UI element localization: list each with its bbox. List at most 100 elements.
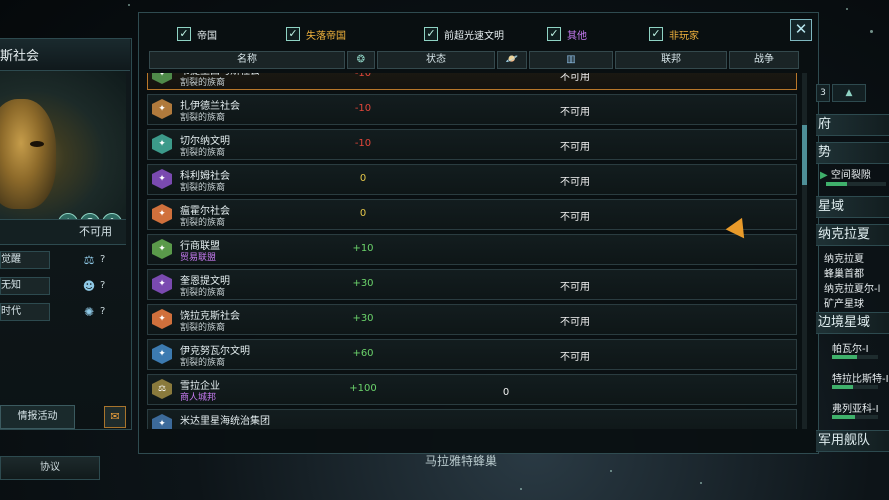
portrait-eye (30, 141, 44, 147)
contact-row[interactable]: ✦ 饶拉克斯社会 割裂的族裔 +30 不可用 (147, 304, 797, 335)
rift-label: 空间裂隙 (830, 170, 871, 181)
colony-item[interactable]: 帕瓦尔-I (832, 340, 889, 355)
scroll-thumb[interactable] (802, 125, 807, 185)
opinion-value: +100 (349, 383, 377, 394)
star (610, 470, 612, 472)
checkbox-icon[interactable]: ✓ (649, 27, 663, 41)
planet-item[interactable]: 纳克拉夏尔-l 矿产星球 (824, 280, 889, 310)
attribute-value: ? (100, 306, 106, 317)
checkbox-icon[interactable]: ✓ (286, 27, 300, 41)
outliner-section-military-fleets[interactable]: 军用舰队 (816, 430, 889, 452)
contact-row[interactable]: ✦ 瘟霍尔社会 割裂的族裔 0 不可用 (147, 199, 797, 230)
checkbox-icon[interactable]: ✓ (177, 27, 191, 41)
filter-empires[interactable]: ✓ 帝国 (177, 26, 217, 42)
empire-name: 斯社会 (0, 39, 130, 71)
scrollbar[interactable] (802, 73, 807, 429)
attribute-ignorant: 无知 (0, 277, 50, 295)
opinion-value: -10 (354, 138, 372, 149)
rift-item[interactable]: ▶ 空间裂隙 (820, 166, 889, 181)
empire-emblem-icon: ✦ (152, 204, 172, 224)
colony-progress-bar (832, 415, 878, 419)
outliner-section-government[interactable]: 府 (816, 114, 889, 136)
contact-type: 商人城邦 (180, 393, 217, 403)
empire-detail-panel: 斯社会 ⚖ ☮ ✿ 不可用 觉醒 ⚖ ? 无知 ☻ ? 时代 ✺ ? 情报活动 … (0, 38, 132, 430)
opinion-value: -10 (354, 103, 372, 114)
contact-row[interactable]: ✦ 科利姆社会 割裂的族裔 0 不可用 (147, 164, 797, 195)
column-war-header[interactable]: 战争 (729, 51, 799, 69)
rift-progress-bar (826, 182, 886, 186)
envoy-icon[interactable]: ✉ (104, 406, 126, 428)
filter-bar: ✓ 帝国 ✓ 失落帝国 ✓ 前超光速文明 ✓ 其他 ✓ 非玩家 ✕ (139, 13, 818, 51)
diplomatic-status: 不可用 (560, 73, 590, 83)
bar-chart-icon[interactable]: ▥ (529, 51, 613, 69)
filter-other[interactable]: ✓ 其他 (547, 26, 587, 42)
contact-row[interactable]: ✦ 扎伊德兰社会 割裂的族裔 -10 不可用 (147, 94, 797, 125)
table-header: 名称 ❂ 状态 🪐 ▥ 联邦 战争 (149, 51, 799, 69)
mind-icon: ✺ (83, 305, 95, 319)
checkbox-icon[interactable]: ✓ (424, 27, 438, 41)
contact-row[interactable]: ✦韦提里西马斯社会割裂的族裔-10不可用 (147, 73, 797, 90)
map-system-label[interactable]: 马拉雅特蜂巢 (425, 452, 497, 469)
empire-emblem-icon: ✦ (152, 309, 172, 329)
column-name-header[interactable]: 名称 (149, 51, 345, 69)
contact-row[interactable]: ✦ 伊克努瓦尔文明 割裂的族裔 +60 不可用 (147, 339, 797, 370)
planet-icon[interactable]: 🪐 (497, 51, 527, 69)
contact-type: 割裂的族裔 (180, 323, 226, 333)
colony-item[interactable]: 弗列亚科-I (832, 400, 889, 415)
filter-label: 其他 (567, 30, 587, 42)
contact-row[interactable]: ✦ 行商联盟 贸易联盟 +10 (147, 234, 797, 265)
filter-non-player[interactable]: ✓ 非玩家 (649, 26, 699, 42)
brain-icon[interactable]: ❂ (347, 51, 375, 69)
intel-operations-button[interactable]: 情报活动 (0, 405, 75, 429)
planet-item[interactable]: 纳克拉夏 蜂巢首都 (824, 250, 889, 280)
planet-type: 矿产星球 (824, 299, 864, 310)
opinion-value: 0 (359, 208, 367, 219)
empire-emblem-icon: ✦ (152, 99, 172, 119)
empire-emblem-icon: ✦ (152, 414, 172, 429)
contact-type: 割裂的族裔 (180, 288, 226, 298)
opinion-value: +60 (352, 348, 374, 359)
colony-progress-bar (832, 385, 878, 389)
empire-emblem-icon: ⚖ (152, 379, 172, 399)
attribute-era: 时代 (0, 303, 50, 321)
contact-row[interactable]: ✦ 切尔纳文明 割裂的族裔 -10 不可用 (147, 129, 797, 160)
filter-fallen-empires[interactable]: ✓ 失落帝国 (286, 26, 346, 42)
outliner: 3 ▲ 府 势 ▶ 空间裂隙 星域 纳克拉夏 纳克拉夏 蜂巢首都 纳克拉夏尔-l… (808, 84, 889, 464)
empire-emblem-icon: ✦ (152, 239, 172, 259)
colony-item[interactable]: 特拉比斯特-I (832, 370, 889, 385)
checkbox-icon[interactable]: ✓ (547, 27, 561, 41)
contact-row[interactable]: ✦ 奎恩提文明 割裂的族裔 +30 不可用 (147, 269, 797, 300)
empire-emblem-icon: ✦ (152, 344, 172, 364)
leader-portrait: ⚖ ☮ ✿ (0, 71, 126, 243)
outliner-section-sectors[interactable]: 星域 (816, 196, 889, 218)
protocol-tab[interactable]: 协议 (0, 456, 100, 480)
play-icon: ▶ (820, 170, 831, 181)
empire-emblem-icon: ✦ (152, 134, 172, 154)
filter-pre-ftl[interactable]: ✓ 前超光速文明 (424, 26, 504, 42)
outliner-section-situations[interactable]: 势 (816, 142, 889, 164)
planet-name: 纳克拉夏尔-l (824, 284, 881, 295)
contact-type: 割裂的族裔 (180, 183, 226, 193)
close-button[interactable]: ✕ (790, 19, 812, 41)
contact-row[interactable]: ⚖ 雪拉企业 商人城邦 +100 0 (147, 374, 797, 405)
outliner-section-frontier[interactable]: 边境星域 (816, 312, 889, 334)
column-status-header[interactable]: 状态 (377, 51, 495, 69)
diplomatic-status: 不可用 (560, 212, 590, 223)
star (846, 8, 848, 10)
contact-type: 割裂的族裔 (180, 218, 226, 228)
progress-fill (826, 182, 847, 186)
star (700, 482, 702, 484)
outliner-section-sector-name[interactable]: 纳克拉夏 (816, 224, 889, 246)
filter-label: 失落帝国 (306, 30, 346, 42)
contact-row[interactable]: ✦ 米达里星海统治集团 (147, 409, 797, 429)
outliner-tab-count[interactable]: 3 (816, 84, 830, 102)
diplomatic-status-value: 不可用 (0, 219, 126, 245)
progress-fill (832, 385, 853, 389)
opinion-value: 0 (359, 173, 367, 184)
empire-emblem-icon: ✦ (152, 73, 172, 84)
column-federation-header[interactable]: 联邦 (615, 51, 727, 69)
contacts-panel: ✓ 帝国 ✓ 失落帝国 ✓ 前超光速文明 ✓ 其他 ✓ 非玩家 ✕ 名称 ❂ 状… (138, 12, 819, 454)
attribute-value: ? (100, 254, 106, 265)
fleet-tab-icon[interactable]: ▲ (832, 84, 866, 102)
opinion-value: -10 (354, 73, 372, 79)
